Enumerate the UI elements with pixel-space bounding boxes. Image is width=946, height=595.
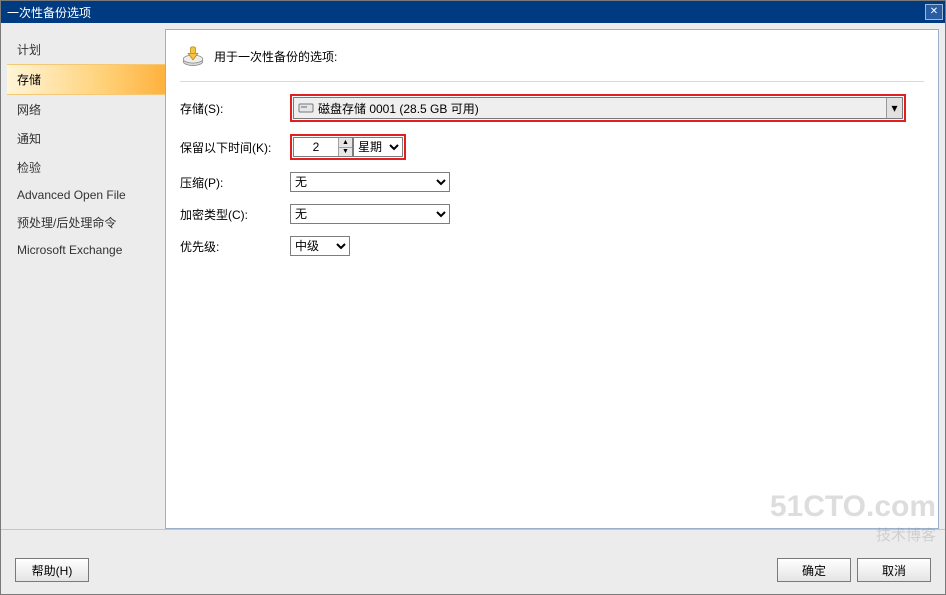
sidebar-item-storage[interactable]: 存储 — [7, 64, 165, 95]
compress-select[interactable]: 无 — [290, 172, 450, 192]
encrypt-select[interactable]: 无 — [290, 204, 450, 224]
sidebar-item-exchange[interactable]: Microsoft Exchange — [7, 237, 165, 263]
chevron-down-icon: ▾ — [886, 98, 902, 118]
label-encrypt: 加密类型(C): — [180, 206, 290, 223]
label-priority: 优先级: — [180, 238, 290, 255]
title-bar: 一次性备份选项 ✕ — [1, 1, 945, 23]
sidebar-item-aof[interactable]: Advanced Open File — [7, 182, 165, 208]
storage-value: 磁盘存储 0001 (28.5 GB 可用) — [318, 100, 479, 117]
highlight-storage: 磁盘存储 0001 (28.5 GB 可用) ▾ — [290, 94, 906, 122]
content-panel: 用于一次性备份的选项: 存储(S): 磁盘存储 0001 (28.5 GB 可用… — [165, 29, 939, 529]
row-compress: 压缩(P): 无 — [180, 172, 924, 192]
sidebar-item-network[interactable]: 网络 — [7, 95, 165, 124]
disk-icon — [298, 102, 314, 114]
highlight-keep: ▲ ▼ 星期 — [290, 134, 406, 160]
window-title: 一次性备份选项 — [7, 4, 925, 21]
heading-text: 用于一次性备份的选项: — [214, 48, 337, 65]
ok-button[interactable]: 确定 — [777, 558, 851, 582]
storage-dropdown[interactable]: 磁盘存储 0001 (28.5 GB 可用) ▾ — [293, 97, 903, 119]
label-storage: 存储(S): — [180, 100, 290, 117]
keep-spinner[interactable]: ▲ ▼ — [293, 137, 353, 157]
spinner-up[interactable]: ▲ — [339, 138, 352, 148]
close-button[interactable]: ✕ — [925, 4, 943, 20]
main-area: 计划 存储 网络 通知 检验 Advanced Open File 预处理/后处… — [1, 23, 945, 529]
keep-value-input[interactable] — [294, 138, 338, 156]
help-button[interactable]: 帮助(H) — [15, 558, 89, 582]
sidebar-item-prepost[interactable]: 预处理/后处理命令 — [7, 208, 165, 237]
footer: 帮助(H) 确定 取消 — [1, 529, 945, 594]
sidebar-item-notify[interactable]: 通知 — [7, 124, 165, 153]
label-compress: 压缩(P): — [180, 174, 290, 191]
heading: 用于一次性备份的选项: — [180, 42, 924, 82]
sidebar: 计划 存储 网络 通知 检验 Advanced Open File 预处理/后处… — [7, 29, 165, 529]
row-priority: 优先级: 中级 — [180, 236, 924, 256]
keep-unit-select[interactable]: 星期 — [353, 137, 403, 157]
cancel-button[interactable]: 取消 — [857, 558, 931, 582]
spinner-down[interactable]: ▼ — [339, 148, 352, 157]
row-encrypt: 加密类型(C): 无 — [180, 204, 924, 224]
label-keep: 保留以下时间(K): — [180, 139, 290, 156]
row-keep: 保留以下时间(K): ▲ ▼ 星期 — [180, 134, 924, 160]
sidebar-item-verify[interactable]: 检验 — [7, 153, 165, 182]
priority-select[interactable]: 中级 — [290, 236, 350, 256]
row-storage: 存储(S): 磁盘存储 0001 (28.5 GB 可用) ▾ — [180, 94, 924, 122]
sidebar-item-plan[interactable]: 计划 — [7, 35, 165, 64]
backup-icon — [180, 42, 206, 71]
